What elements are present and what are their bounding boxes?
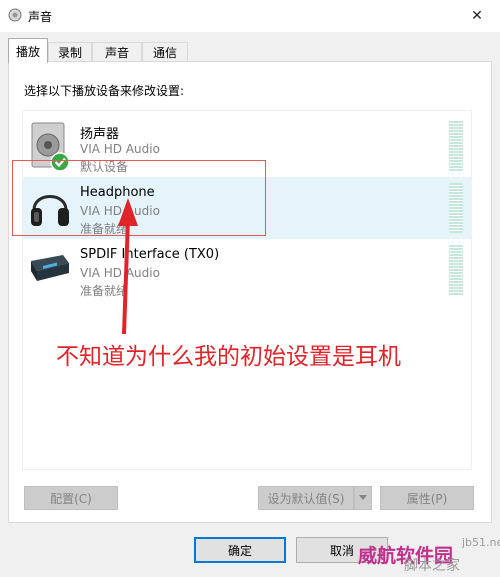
chevron-down-icon [359,495,367,500]
tab-label: 通信 [152,46,177,60]
annotation-text: 不知道为什么我的初始设置是耳机 [56,344,401,370]
volume-meter [449,121,463,171]
watermark-sub: 脚本之家 [404,558,460,574]
instruction-text: 选择以下播放设备来修改设置: [24,84,185,98]
close-button[interactable]: ✕ [462,4,492,28]
volume-meter [449,183,463,233]
tab-strip: 播放 录制 声音 通信 [0,38,500,63]
tab-sounds[interactable]: 声音 [92,42,142,62]
tab-recording[interactable]: 录制 [48,42,92,62]
tab-playback[interactable]: 播放 [8,38,48,63]
configure-button[interactable]: 配置(C) [24,486,118,510]
watermark-site: jb51.net [462,536,500,549]
tab-label: 播放 [15,44,40,59]
set-default-button[interactable]: 设为默认值(S) [258,486,354,510]
sound-icon [8,8,22,22]
volume-meter [449,245,463,295]
ok-button[interactable]: 确定 [194,537,286,563]
set-default-dropdown[interactable] [354,486,372,510]
title-bar: 声音 ✕ [0,0,500,32]
properties-button[interactable]: 属性(P) [380,486,474,510]
device-item-spdif[interactable]: SPDIF Interface (TX0) VIA HD Audio 准备就绪 [23,239,471,301]
window-title: 声音 [28,10,53,24]
tab-label: 录制 [57,46,82,60]
tab-communications[interactable]: 通信 [142,42,188,62]
spdif-icon [31,255,69,281]
arrow-annotation-icon [118,198,138,335]
device-driver: VIA HD Audio [80,142,160,156]
device-name: 扬声器 [80,127,120,142]
tab-label: 声音 [104,46,129,60]
close-icon: ✕ [471,8,483,24]
